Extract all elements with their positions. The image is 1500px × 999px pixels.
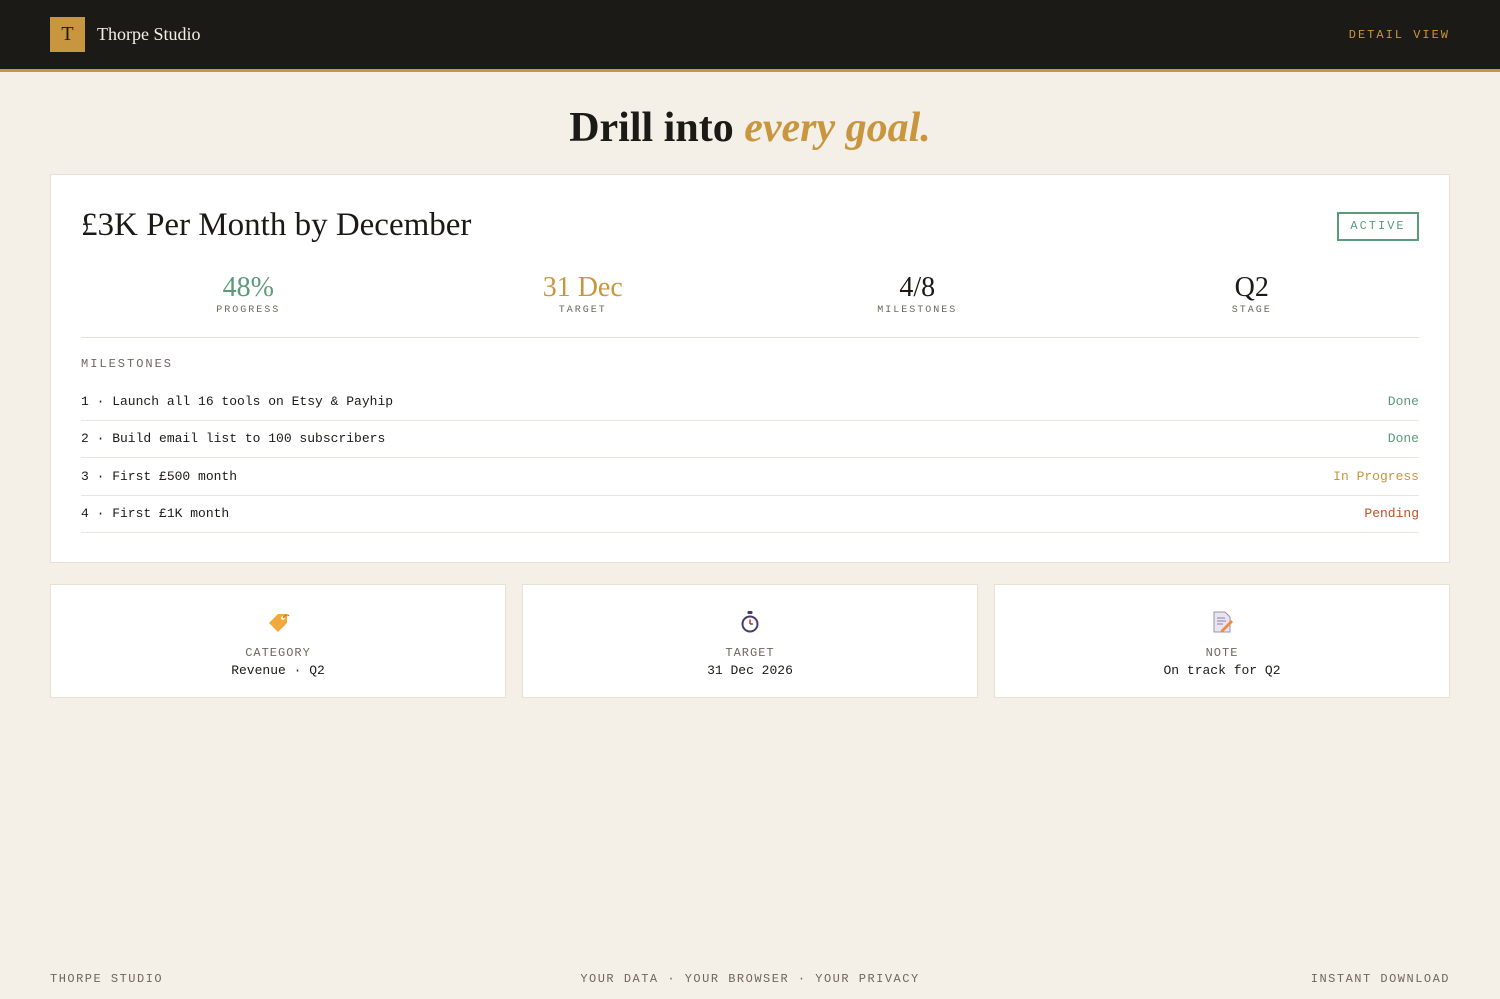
stat-value: 48%: [222, 272, 274, 303]
milestone-list: 1 · Launch all 16 tools on Etsy & Payhip…: [81, 383, 1419, 533]
stat-value: 4/8: [899, 272, 936, 303]
milestone-text: 2 · Build email list to 100 subscribers: [81, 431, 386, 447]
milestones-heading: MILESTONES: [81, 357, 174, 371]
milestone-text: 1 · Launch all 16 tools on Etsy & Payhip: [81, 393, 394, 409]
footer: THORPE STUDIO YOUR DATA · YOUR BROWSER ·…: [50, 972, 1450, 988]
footer-tagline: YOUR DATA · YOUR BROWSER · YOUR PRIVACY: [580, 972, 920, 986]
stat-label: TARGET: [558, 305, 607, 316]
milestone-row[interactable]: 3 · First £500 month In Progress: [81, 458, 1419, 496]
page-headline: Drill into every goal.: [0, 104, 1500, 152]
info-label: NOTE: [1205, 646, 1239, 660]
brand-name[interactable]: Thorpe Studio: [97, 24, 201, 45]
info-value: Revenue · Q2: [231, 663, 325, 678]
stat-value: 31 Dec: [542, 272, 623, 303]
info-card-target: TARGET 31 Dec 2026: [522, 584, 978, 698]
info-value: On track for Q2: [1163, 663, 1281, 678]
tag-icon: [51, 610, 505, 634]
logo[interactable]: T: [50, 17, 85, 52]
top-bar: T Thorpe Studio DETAIL VIEW: [0, 0, 1500, 72]
footer-instant-download[interactable]: INSTANT DOWNLOAD: [1311, 972, 1450, 986]
milestone-status: Pending: [1364, 506, 1419, 522]
milestone-row[interactable]: 1 · Launch all 16 tools on Etsy & Payhip…: [81, 383, 1419, 421]
goal-stats: 48% PROGRESS 31 Dec TARGET 4/8 MILESTONE…: [81, 271, 1419, 338]
stat-progress: 48% PROGRESS: [81, 271, 416, 337]
memo-icon: [995, 610, 1449, 634]
milestone-status: In Progress: [1333, 468, 1419, 484]
milestone-status: Done: [1387, 431, 1419, 447]
goal-title: £3K Per Month by December: [81, 207, 472, 243]
stat-label: MILESTONES: [877, 305, 958, 316]
info-card-note: NOTE On track for Q2: [994, 584, 1450, 698]
stat-milestones: 4/8 MILESTONES: [750, 271, 1085, 337]
headline-prefix: Drill into: [569, 105, 734, 151]
info-value: 31 Dec 2026: [707, 663, 793, 678]
info-label: CATEGORY: [245, 646, 311, 660]
goal-card: £3K Per Month by December ACTIVE 48% PRO…: [50, 174, 1450, 563]
milestone-row[interactable]: 4 · First £1K month Pending: [81, 496, 1419, 533]
stat-target: 31 Dec TARGET: [416, 271, 751, 337]
detail-view-link[interactable]: DETAIL VIEW: [1349, 28, 1450, 42]
milestone-row[interactable]: 2 · Build email list to 100 subscribers …: [81, 421, 1419, 458]
milestone-text: 4 · First £1K month: [81, 506, 230, 522]
stat-label: STAGE: [1231, 305, 1272, 316]
milestone-status: Done: [1387, 393, 1419, 409]
headline-accent: every goal.: [744, 105, 931, 151]
stat-value: Q2: [1234, 272, 1269, 303]
stat-stage: Q2 STAGE: [1085, 271, 1420, 337]
info-card-category: CATEGORY Revenue · Q2: [50, 584, 506, 698]
status-badge: ACTIVE: [1337, 212, 1419, 241]
stopwatch-icon: [523, 610, 977, 634]
stat-label: PROGRESS: [216, 305, 281, 316]
info-label: TARGET: [725, 646, 775, 660]
milestone-text: 3 · First £500 month: [81, 468, 238, 484]
